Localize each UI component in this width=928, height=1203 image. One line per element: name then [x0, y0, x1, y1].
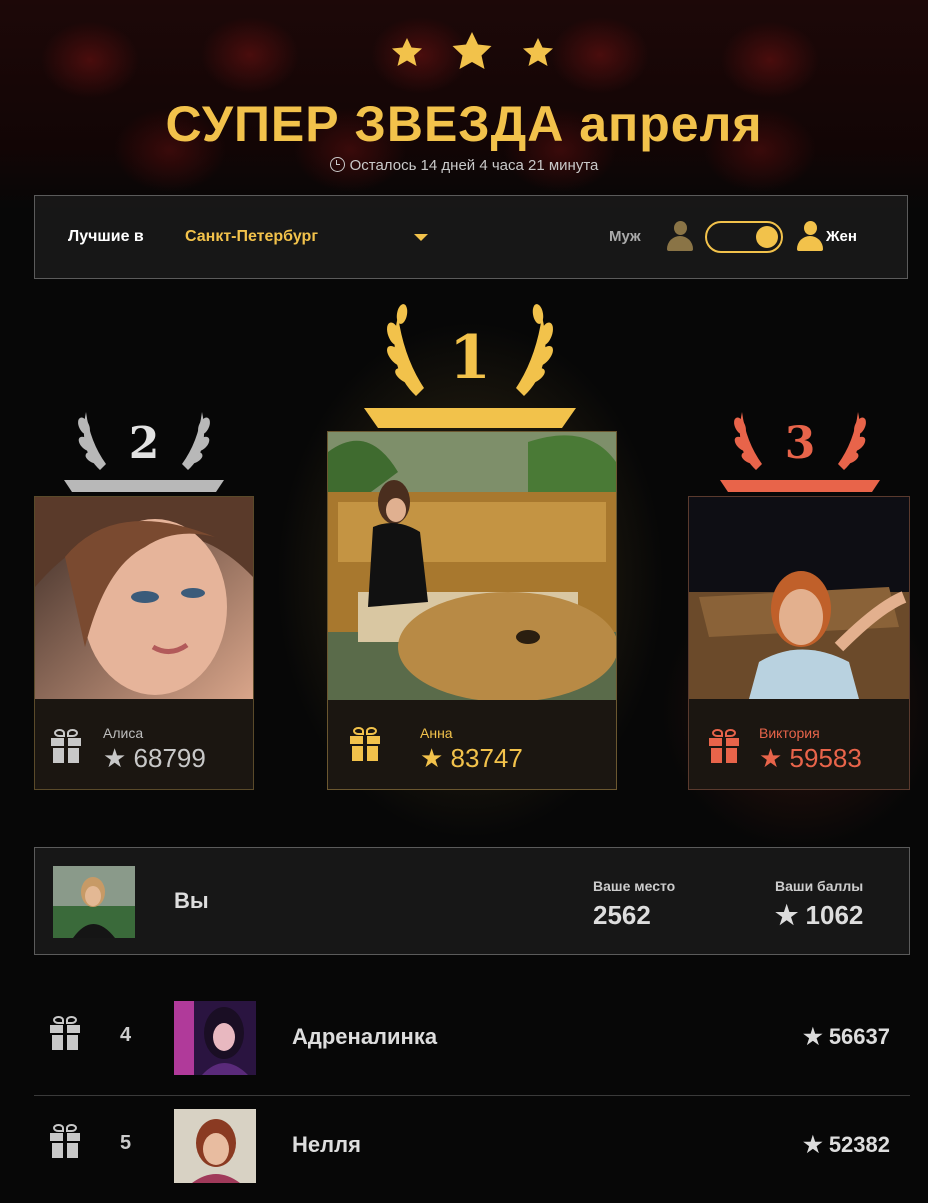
podium-info-2: Алиса ★ 68799 — [35, 699, 253, 789]
list-item-score: ★ 56637 — [803, 1024, 890, 1050]
your-place-value: 2562 — [593, 900, 651, 930]
your-place-label: Ваше место — [593, 878, 676, 894]
list-item-score-value: 52382 — [828, 1132, 890, 1157]
star-icon: ★ — [420, 743, 444, 773]
place-2-number: 2 — [129, 418, 160, 469]
your-rank-bar: Вы Ваше место 2562 Ваши баллы ★ 1062 — [34, 847, 910, 955]
clock-icon — [329, 157, 345, 172]
countdown-text: Осталось 14 дней 4 часа 21 минута — [349, 157, 599, 174]
best-in-label: Лучшие в — [68, 228, 144, 245]
podium-score-1: ★ 83747 — [420, 743, 523, 774]
star-icon: ★ — [103, 743, 127, 773]
list-item[interactable]: 4 Адреналинка ★ 56637 — [34, 988, 910, 1088]
toggle-knob[interactable] — [756, 226, 778, 248]
podium-info-3: Виктория ★ 59583 — [689, 699, 909, 789]
podium-name-1[interactable]: Анна — [420, 725, 453, 741]
male-person-icon[interactable] — [667, 221, 693, 251]
list-item-name[interactable]: Адреналинка — [292, 1024, 437, 1050]
podium-score-3: ★ 59583 — [759, 743, 862, 774]
gift-icon[interactable] — [50, 1016, 80, 1050]
avatar[interactable] — [35, 497, 253, 699]
star-icon: ★ — [802, 1132, 823, 1157]
podium-card-3[interactable]: Виктория ★ 59583 — [688, 496, 910, 790]
rank-number: 4 — [120, 1024, 132, 1046]
filter-bar: Лучшие в Санкт-Петербург Муж Жен — [34, 195, 908, 279]
rank-number: 5 — [120, 1132, 132, 1154]
female-person-icon[interactable] — [797, 221, 823, 251]
gift-icon[interactable] — [709, 729, 739, 763]
podium-info-1: Анна ★ 83747 — [328, 699, 616, 789]
rating-stars-icon — [392, 32, 553, 69]
list-item-name[interactable]: Нелля — [292, 1132, 361, 1158]
you-label: Вы — [174, 888, 209, 913]
podium-name-2[interactable]: Алиса — [103, 725, 143, 741]
gender-toggle[interactable] — [705, 221, 783, 253]
avatar[interactable] — [328, 432, 616, 700]
female-label[interactable]: Жен — [826, 228, 857, 245]
chevron-down-icon[interactable] — [414, 234, 428, 241]
star-icon: ★ — [775, 900, 799, 930]
gift-icon[interactable] — [50, 1124, 80, 1158]
star-icon: ★ — [802, 1024, 823, 1049]
place-3-number: 3 — [785, 418, 816, 469]
male-label[interactable]: Муж — [609, 228, 641, 245]
avatar[interactable] — [174, 1001, 256, 1075]
your-points-label: Ваши баллы — [775, 878, 864, 894]
podium-card-1[interactable]: Анна ★ 83747 — [327, 431, 617, 790]
place-1-number: 1 — [449, 323, 491, 393]
podium-card-2[interactable]: Алиса ★ 68799 — [34, 496, 254, 790]
podium-score-2-value: 68799 — [133, 743, 206, 773]
countdown-timer: Осталось 14 дней 4 часа 21 минута — [0, 157, 928, 174]
page-title: СУПЕР ЗВЕЗДА апреля — [165, 96, 763, 152]
gift-icon[interactable] — [51, 729, 81, 763]
star-icon — [452, 32, 492, 69]
gift-icon[interactable] — [350, 727, 380, 761]
laurel-badge-1-icon: 1 — [364, 304, 576, 428]
avatar[interactable] — [689, 497, 909, 699]
star-icon — [392, 38, 422, 66]
avatar[interactable] — [174, 1109, 256, 1183]
podium-name-3[interactable]: Виктория — [759, 725, 820, 741]
laurel-badge-2-icon: 2 — [64, 412, 224, 492]
city-dropdown[interactable]: Санкт-Петербург — [185, 228, 318, 246]
list-item-score-value: 56637 — [828, 1024, 890, 1049]
podium-score-2: ★ 68799 — [103, 743, 206, 774]
list-item[interactable]: 5 Нелля ★ 52382 — [34, 1095, 910, 1196]
laurel-badge-3-icon: 3 — [720, 412, 880, 492]
your-points-number: 1062 — [805, 900, 864, 930]
star-icon — [523, 38, 553, 66]
list-item-score: ★ 52382 — [803, 1132, 890, 1158]
podium-score-1-value: 83747 — [450, 743, 523, 773]
star-icon: ★ — [759, 743, 783, 773]
podium-score-3-value: 59583 — [789, 743, 862, 773]
your-points-value: ★ 1062 — [775, 900, 863, 931]
avatar[interactable] — [53, 866, 135, 938]
